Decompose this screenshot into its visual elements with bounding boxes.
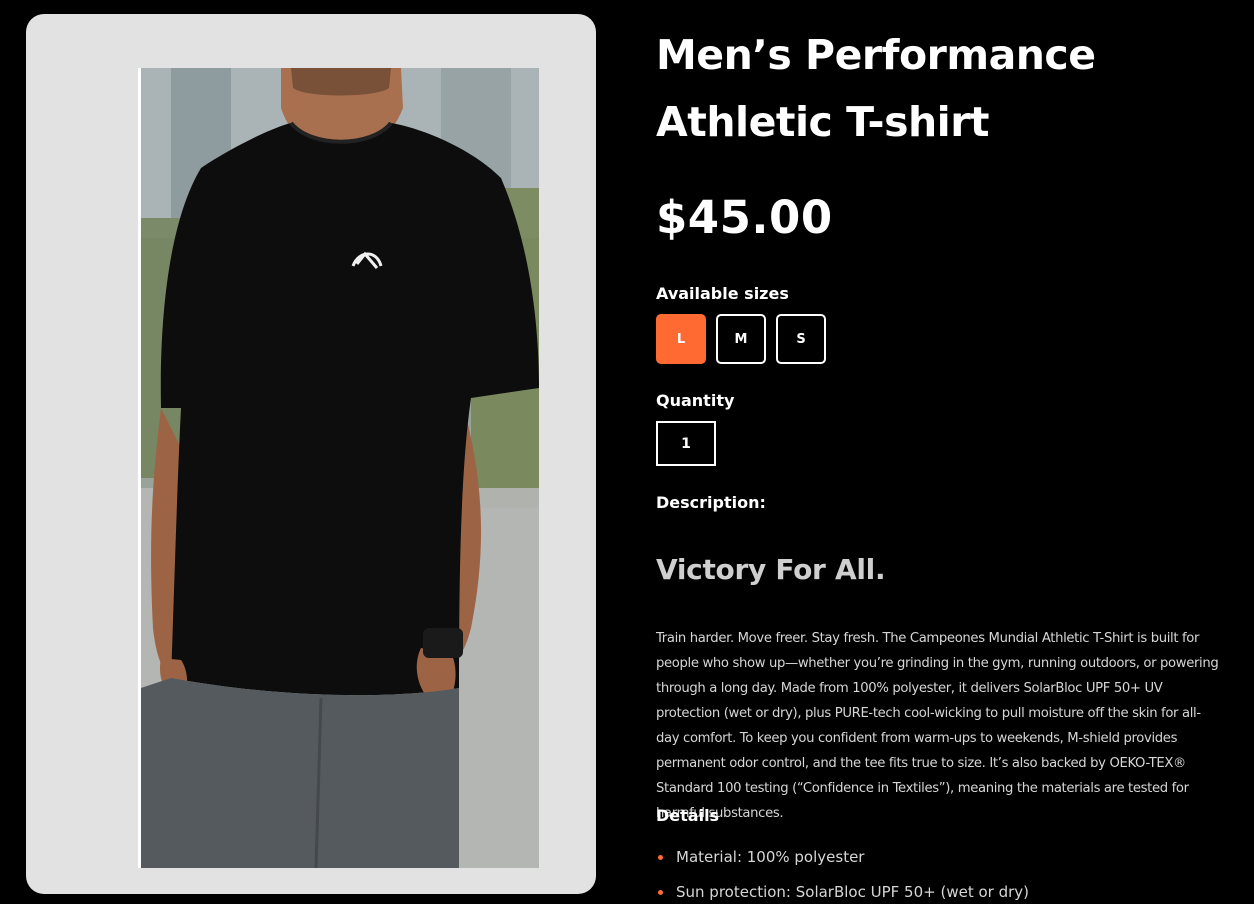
product-price: $45.00 (656, 191, 833, 244)
bullet-icon (658, 855, 663, 860)
description-body: Train harder. Move freer. Stay fresh. Th… (656, 631, 1219, 821)
description-label: Description: (656, 493, 766, 512)
product-page: Men’s Performance Athletic T-shirt $45.0… (0, 0, 1254, 904)
details-item-text: Sun protection: SolarBloc UPF 50+ (wet o… (676, 883, 1029, 901)
details-item: Material: 100% polyester (656, 840, 1029, 875)
product-image-card (26, 14, 596, 894)
details-item: Sun protection: SolarBloc UPF 50+ (wet o… (656, 875, 1029, 904)
size-selector: L M S (656, 314, 826, 364)
product-photo[interactable] (138, 68, 539, 868)
product-title: Men’s Performance Athletic T-shirt (656, 31, 1096, 146)
bullet-icon (658, 890, 663, 895)
quantity-input[interactable] (656, 421, 716, 466)
description-tagline: Victory For All. (656, 553, 886, 586)
sizes-label: Available sizes (656, 284, 789, 303)
details-list: Material: 100% polyester Sun protection:… (656, 840, 1029, 904)
size-option-m[interactable]: M (716, 314, 766, 364)
size-option-s[interactable]: S (776, 314, 826, 364)
details-label: Details (656, 806, 720, 825)
size-option-l[interactable]: L (656, 314, 706, 364)
product-photo-illustration (141, 68, 539, 868)
details-item-text: Material: 100% polyester (676, 848, 865, 866)
quantity-label: Quantity (656, 391, 735, 410)
